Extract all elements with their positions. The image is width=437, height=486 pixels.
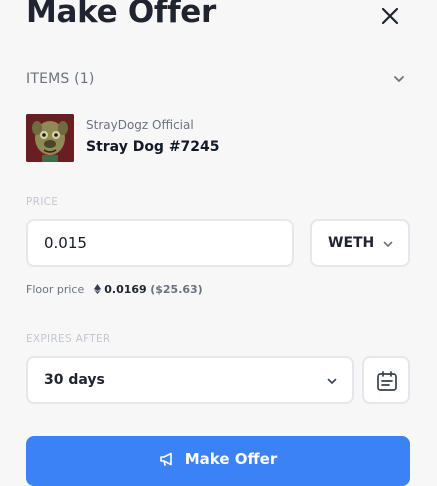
currency-select[interactable]: WETH	[310, 219, 410, 267]
items-section-label: ITEMS (1)	[26, 71, 95, 87]
eth-icon	[93, 283, 105, 296]
floor-price-value: 0.0169	[104, 283, 147, 296]
item-name: Stray Dog #7245	[86, 139, 220, 155]
collection-name[interactable]: StrayDogz Official	[86, 118, 194, 132]
floor-price-label: Floor price	[26, 283, 85, 296]
expiration-select[interactable]: 30 days	[26, 356, 354, 404]
expires-label: EXPIRES AFTER	[26, 333, 111, 345]
chevron-down-icon[interactable]	[392, 72, 406, 86]
price-label: PRICE	[26, 196, 59, 208]
calendar-button[interactable]	[362, 356, 410, 404]
close-button[interactable]	[378, 4, 402, 28]
make-offer-button[interactable]: Make Offer	[26, 436, 410, 486]
expiration-value: 30 days	[44, 372, 105, 388]
modal-title: Make Offer	[26, 0, 217, 30]
make-offer-button-content: Make Offer	[26, 450, 410, 468]
megaphone-icon	[159, 452, 172, 466]
floor-price-usd: ($25.63)	[150, 283, 203, 296]
items-section-header[interactable]: ITEMS (1)	[26, 70, 410, 90]
close-icon	[381, 7, 399, 25]
price-field[interactable]	[26, 219, 294, 267]
floor-price: Floor price 0.0169 ($25.63)	[26, 283, 203, 296]
price-input[interactable]	[44, 234, 274, 252]
chevron-down-icon	[383, 241, 393, 247]
nft-thumbnail	[26, 114, 74, 162]
chevron-down-icon	[327, 378, 337, 384]
make-offer-label: Make Offer	[184, 450, 278, 468]
currency-value: WETH	[328, 235, 375, 251]
calendar-icon	[377, 371, 397, 391]
